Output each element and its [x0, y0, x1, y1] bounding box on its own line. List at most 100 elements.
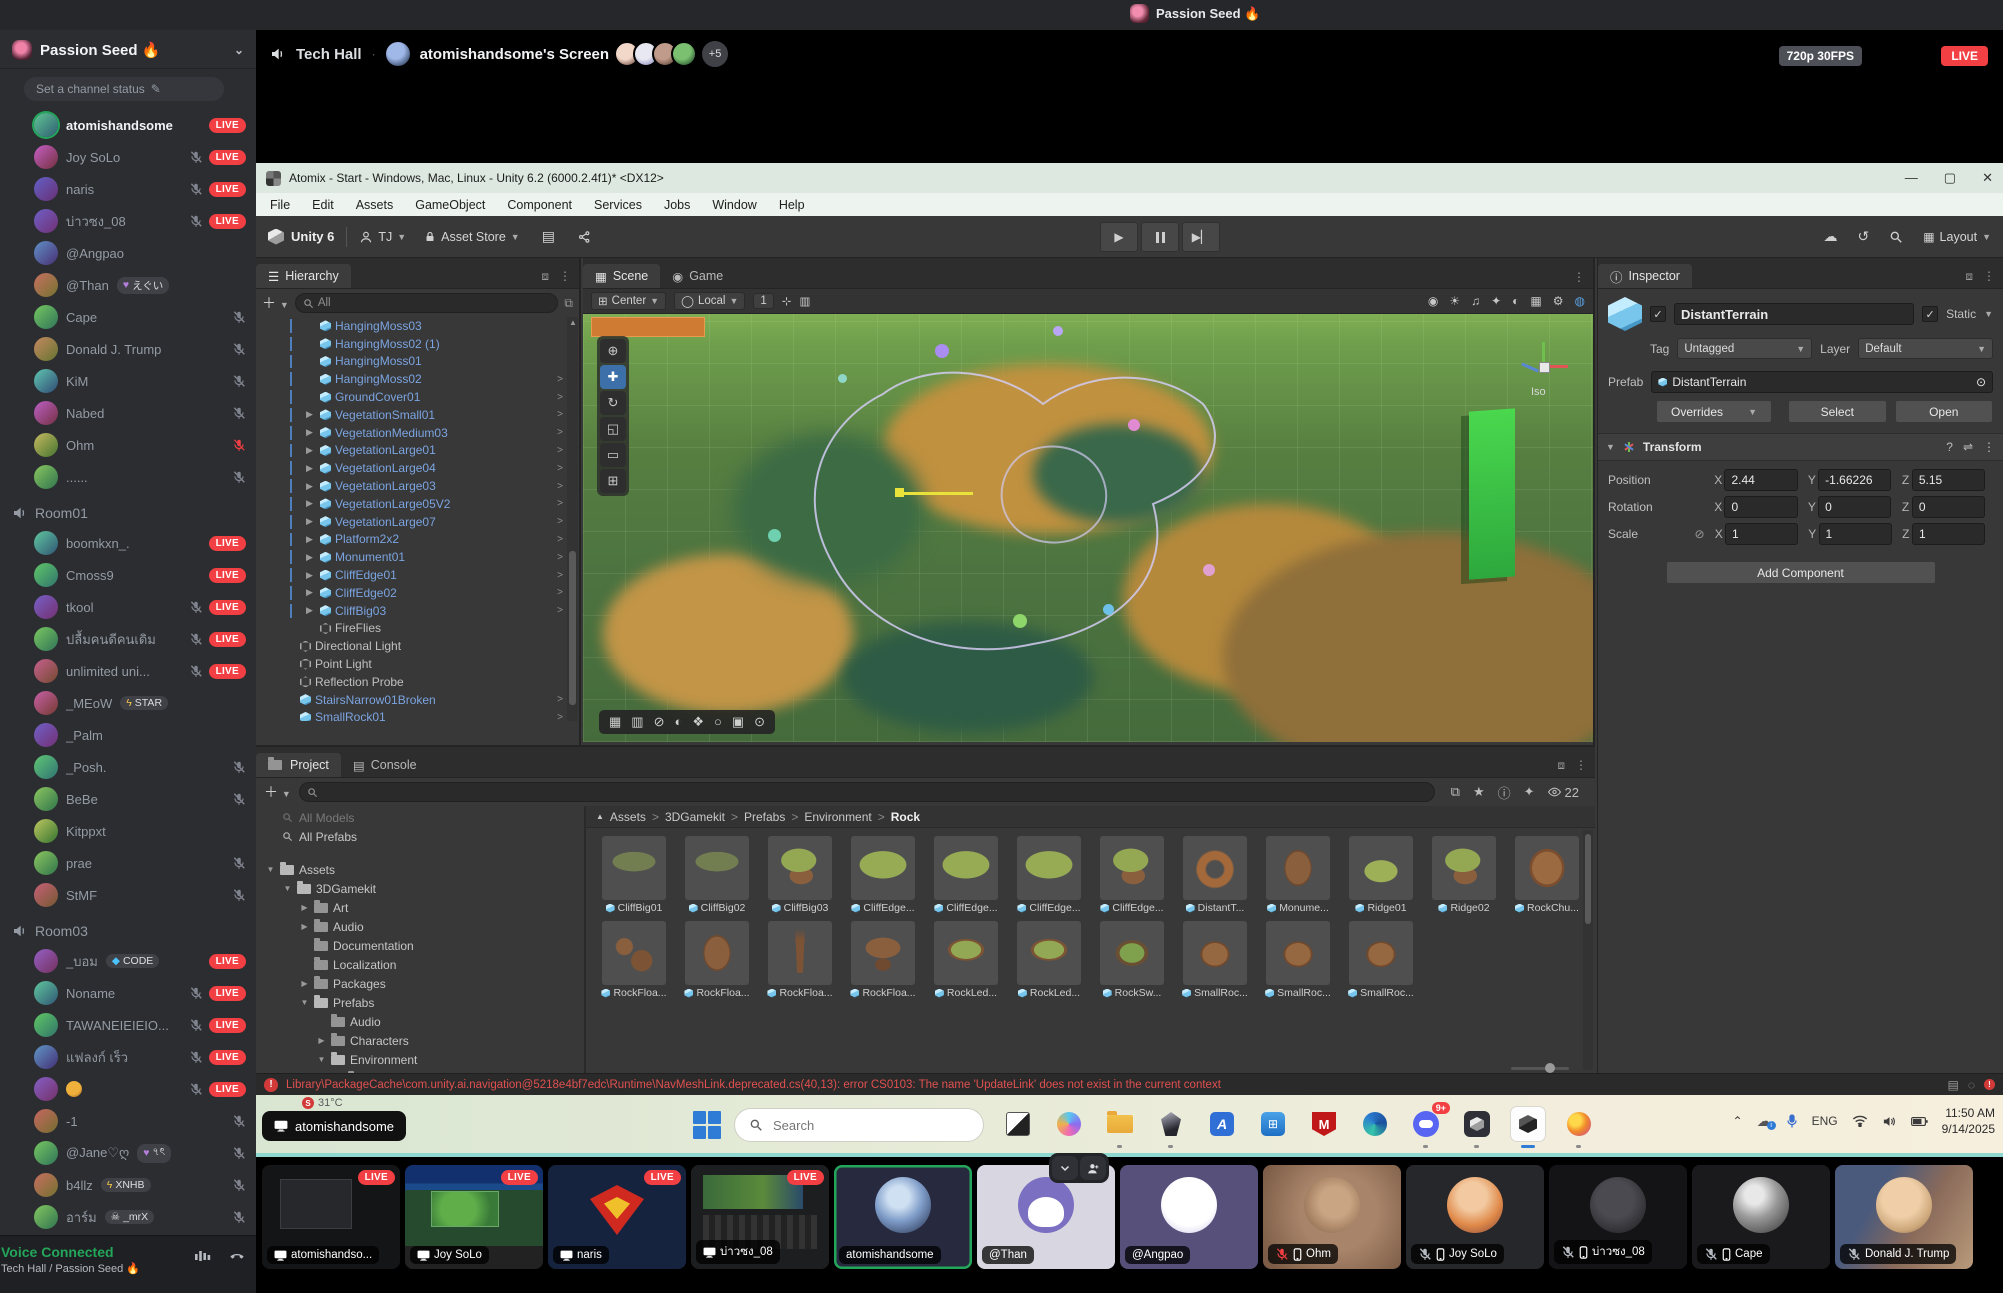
project-search-input[interactable] [299, 782, 1435, 802]
menu-gameobject[interactable]: GameObject [415, 198, 485, 212]
favorite-item[interactable]: All Prefabs [256, 827, 584, 846]
component-menu-icon[interactable]: ⋮ [1983, 440, 1995, 454]
prefab-target-icon[interactable]: ⊙ [1976, 375, 1986, 389]
tag-dropdown[interactable]: Untagged▼ [1677, 338, 1812, 359]
visibility-icon[interactable]: ◐ [1512, 294, 1519, 308]
folder-row-characters[interactable]: ▶Characters [256, 1031, 584, 1050]
breadcrumb-item[interactable]: Assets [610, 810, 646, 824]
gameobject-name-field[interactable]: DistantTerrain [1674, 303, 1914, 325]
hand-tool[interactable]: ⊕ [600, 339, 626, 363]
folder-row-documentation[interactable]: Documentation [256, 936, 584, 955]
chevron-right-icon[interactable]: > [557, 587, 563, 598]
info-icon[interactable]: ⓘ [1498, 783, 1511, 802]
select-button[interactable]: Select [1788, 400, 1887, 423]
favorite-item[interactable]: All Models [256, 808, 584, 827]
unity-titlebar[interactable]: Atomix - Start - Windows, Mac, Linux - U… [256, 163, 2003, 193]
voice-channel-room03[interactable]: Room03 [0, 911, 256, 945]
hierarchy-filter-icon[interactable]: ⧉ [564, 296, 573, 311]
unity-hub-icon[interactable] [1460, 1107, 1494, 1141]
taskbar-clock[interactable]: 11:50 AM 9/14/2025 [1942, 1105, 1995, 1137]
tree-arrow-icon[interactable]: ▶ [300, 922, 309, 931]
console-error-message[interactable]: Library\PackageCache\com.unity.ai.naviga… [286, 1079, 1221, 1091]
rect-tool[interactable]: ▭ [600, 443, 626, 467]
camera-icon[interactable]: ◉ [1428, 294, 1438, 308]
weather-widget[interactable]: S 31°C [302, 1097, 343, 1109]
expand-arrow-icon[interactable]: ▶ [306, 481, 316, 492]
folder-row-prefabs[interactable]: ▼Prefabs [256, 993, 584, 1012]
channel-status-pill[interactable]: Set a channel status ✎ [24, 77, 224, 101]
globe-icon[interactable]: ⊙ [754, 714, 765, 730]
participant-tile[interactable]: LIVEบ่าวซง_08 [691, 1165, 829, 1269]
hierarchy-item[interactable]: Point Light [256, 655, 579, 673]
add-component-button[interactable]: Add Component [1666, 561, 1936, 584]
breadcrumb-item[interactable]: Environment [804, 810, 871, 824]
voice-user-row[interactable]: tkoolLIVE [0, 591, 256, 623]
chevron-right-icon[interactable]: > [557, 409, 563, 420]
overrides-button[interactable]: Overrides▼ [1656, 400, 1772, 423]
hierarchy-item[interactable]: HangingMoss02 (1) [256, 335, 579, 353]
chevron-right-icon[interactable]: > [557, 694, 563, 705]
audio-toggle-icon[interactable]: ♫ [1471, 294, 1480, 308]
breadcrumb-item[interactable]: Prefabs [744, 810, 785, 824]
participant-tile[interactable]: Ohm [1263, 1165, 1401, 1269]
wifi-icon[interactable] [1852, 1115, 1868, 1127]
asset-item[interactable]: Ridge02 [1426, 836, 1502, 914]
asset-item[interactable]: RockLed... [928, 921, 1004, 999]
asset-item[interactable]: RockChu... [1509, 836, 1585, 914]
disconnect-call-icon[interactable] [228, 1248, 246, 1264]
hierarchy-item[interactable]: Reflection Probe [256, 673, 579, 691]
presets-icon[interactable]: ⇌ [1963, 440, 1973, 454]
hierarchy-item[interactable]: ▶Monument01> [256, 548, 579, 566]
open-button[interactable]: Open [1895, 400, 1994, 423]
folder-row-3dgamekit[interactable]: ▼3DGamekit [256, 879, 584, 898]
add-person-icon[interactable] [1080, 1156, 1106, 1180]
space-toggle[interactable]: ◯Local▼ [674, 292, 745, 310]
asset-item[interactable]: RockFloa... [762, 921, 838, 999]
scale-x-field[interactable]: 1 [1725, 523, 1798, 545]
server-header[interactable]: Passion Seed 🔥 ⌄ [0, 30, 256, 69]
tree-arrow-icon[interactable]: ▼ [266, 865, 275, 874]
voice-user-row[interactable]: StMF [0, 879, 256, 911]
position-y-field[interactable]: -1.66226 [1818, 469, 1891, 491]
undo-history-icon[interactable]: ↺ [1857, 228, 1869, 245]
console-log-icon[interactable]: ▤ [1948, 1078, 1959, 1092]
menu-help[interactable]: Help [779, 198, 805, 212]
step-button[interactable]: ▶▏ [1182, 222, 1220, 252]
tab-project[interactable]: Project [256, 753, 341, 777]
voice-user-row[interactable]: TAWANEIEIEIO...LIVE [0, 1009, 256, 1041]
hierarchy-item[interactable]: ▶Platform2x2> [256, 531, 579, 549]
voice-user-row[interactable]: @Jane♡ღ♥৭ৎ [0, 1137, 256, 1169]
asset-item[interactable]: SmallRoc... [1177, 921, 1253, 999]
hierarchy-item[interactable]: Directional Light [256, 637, 579, 655]
close-button[interactable]: ✕ [1982, 170, 1993, 186]
transform-tool[interactable]: ⊞ [600, 469, 626, 493]
asset-item[interactable]: DistantT... [1177, 836, 1253, 914]
panel-menu-icon[interactable]: ⋮ [1983, 269, 1995, 284]
hierarchy-item[interactable]: ▶VegetationLarge05V2> [256, 495, 579, 513]
menu-window[interactable]: Window [712, 198, 756, 212]
move-gizmo[interactable] [901, 492, 973, 495]
hierarchy-item[interactable]: SmallRock01> [256, 709, 579, 721]
voice-user-row[interactable]: Donald J. Trump [0, 333, 256, 365]
chevron-right-icon[interactable]: > [557, 463, 563, 474]
menu-jobs[interactable]: Jobs [664, 198, 690, 212]
tree-arrow-icon[interactable]: ▶ [317, 1036, 326, 1045]
help-icon[interactable]: ? [1946, 440, 1953, 454]
hierarchy-item[interactable]: StairsNarrow01Broken> [256, 691, 579, 709]
voice-user-row[interactable]: Cape [0, 301, 256, 333]
folder-row-art[interactable]: ▶Art [256, 898, 584, 917]
light-toggle-icon[interactable]: ☀ [1449, 294, 1460, 308]
language-indicator[interactable]: ENG [1812, 1114, 1838, 1128]
hierarchy-item[interactable]: FireFlies [256, 620, 579, 638]
rotation-y-field[interactable]: 0 [1818, 496, 1891, 518]
favorites-filter-icon[interactable]: ★ [1473, 784, 1485, 800]
search-icon[interactable]: ○ [714, 714, 722, 730]
participant-tile[interactable]: @Angpao [1120, 1165, 1258, 1269]
scale-z-field[interactable]: 1 [1912, 523, 1985, 545]
expand-arrow-icon[interactable]: ▶ [306, 534, 316, 545]
chevron-right-icon[interactable]: > [557, 605, 563, 616]
participant-tile[interactable]: Joy SoLo [1406, 1165, 1544, 1269]
tab-hierarchy[interactable]: ☰ Hierarchy [256, 264, 351, 288]
participant-tile[interactable]: LIVEJoy SoLo [405, 1165, 543, 1269]
voice-user-row[interactable]: prae [0, 847, 256, 879]
